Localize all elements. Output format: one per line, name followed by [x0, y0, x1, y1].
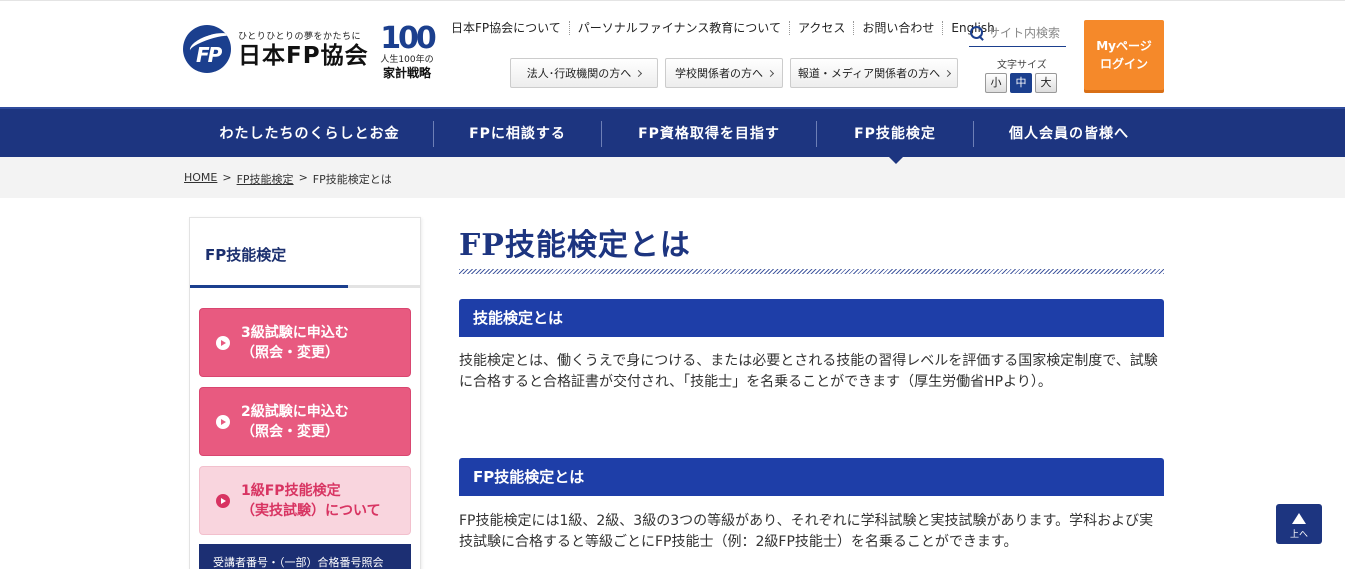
section-heading: FP技能検定とは: [459, 458, 1164, 496]
sidebar-title-underline: [190, 285, 420, 288]
number-inquiry-banner[interactable]: 受講者番号・（一部）合格番号照会: [199, 544, 411, 569]
utility-link-about[interactable]: 日本FP協会について: [447, 21, 569, 35]
global-nav: わたしたちのくらしとお金 FPに相談する FP資格取得を目指す FP技能検定 個…: [0, 107, 1345, 157]
site-search: [969, 19, 1066, 47]
page-title: FP技能検定とは: [459, 228, 691, 263]
active-nav-pointer-icon: [889, 157, 903, 164]
gnav-item-qualification[interactable]: FP資格取得を目指す: [602, 109, 816, 157]
apply-level3-button[interactable]: 3級試験に申込む （照会・変更）: [199, 308, 411, 377]
badge-number: 100: [380, 21, 437, 56]
breadcrumb-home[interactable]: HOME: [184, 171, 217, 187]
sidebar-title: FP技能検定: [205, 246, 287, 264]
font-size-label: 文字サイズ: [997, 60, 1047, 71]
search-input[interactable]: [988, 25, 1066, 40]
arrow-up-icon: [1292, 513, 1306, 524]
site-header: ひとりひとりの夢をかたちに 日本FP協会 100 人生100年の 家計戦略 日本…: [0, 0, 1345, 107]
section-body: 技能検定とは、働くうえで身につける、または必要とされる技能の習得レベルを評価する…: [459, 353, 1158, 390]
utility-link-access[interactable]: アクセス: [788, 21, 853, 35]
back-to-top-button[interactable]: 上へ: [1276, 504, 1322, 544]
mypage-label: Myページ: [1096, 39, 1152, 53]
audience-button-corporate[interactable]: 法人･行政機関の方へ: [510, 58, 658, 88]
badge-line2: 家計戦略: [382, 66, 431, 80]
chevron-right-icon: [766, 69, 775, 77]
breadcrumb-separator: >: [298, 171, 308, 184]
utility-nav: 日本FP協会について パーソナルファイナンス教育について アクセス お問い合わせ…: [447, 21, 1003, 35]
chevron-right-icon: [635, 69, 643, 77]
fp-logo-icon: [183, 25, 231, 73]
button-line2: （実技試験）について: [241, 502, 381, 519]
audience-button-media[interactable]: 報道・メディア関係者の方へ: [790, 58, 958, 88]
gnav-item-members[interactable]: 個人会員の皆様へ: [974, 109, 1164, 157]
font-size-large-button[interactable]: 大: [1035, 73, 1057, 93]
breadcrumb: HOME > FP技能検定 > FP技能検定とは: [184, 171, 392, 187]
font-size-small-button[interactable]: 小: [985, 73, 1007, 93]
gnav-item-consult[interactable]: FPに相談する: [434, 109, 601, 157]
logo-name: 日本FP協会: [238, 43, 369, 69]
section-heading: 技能検定とは: [459, 299, 1164, 337]
breadcrumb-current: FP技能検定とは: [312, 173, 392, 186]
button-line2: （照会・変更）: [241, 423, 339, 440]
audience-button-label: 法人･行政機関の方へ: [526, 67, 632, 80]
button-line1: 2級試験に申込む: [241, 403, 349, 420]
section-body: FP技能検定には1級、2級、3級の3つの等級があり、それぞれに学科試験と実技試験…: [459, 513, 1154, 550]
audience-button-label: 学校関係者の方へ: [675, 67, 763, 80]
arrow-circle-icon: [216, 415, 230, 429]
apply-level2-button[interactable]: 2級試験に申込む （照会・変更）: [199, 387, 411, 456]
logo-tagline: ひとりひとりの夢をかたちに: [238, 32, 361, 42]
arrow-circle-icon: [216, 494, 230, 508]
audience-button-label: 報道・メディア関係者の方へ: [797, 67, 941, 80]
gnav-item-skill-test[interactable]: FP技能検定: [817, 109, 973, 157]
button-line2: （照会・変更）: [241, 344, 339, 361]
utility-link-education[interactable]: パーソナルファイナンス教育について: [568, 21, 789, 35]
life-100-badge[interactable]: 100 人生100年の 家計戦略: [377, 21, 437, 81]
breadcrumb-separator: >: [222, 171, 232, 184]
button-line1: 1級FP技能検定: [241, 482, 341, 499]
badge-line1: 人生100年の: [380, 55, 434, 65]
button-line1: 3級試験に申込む: [241, 324, 349, 341]
arrow-circle-icon: [216, 336, 230, 350]
title-divider: [459, 269, 1164, 274]
font-size-medium-button[interactable]: 中: [1010, 73, 1032, 93]
chevron-right-icon: [944, 69, 952, 77]
audience-button-school[interactable]: 学校関係者の方へ: [665, 58, 783, 88]
gnav-item-living-money[interactable]: わたしたちのくらしとお金: [186, 109, 433, 157]
level1-practical-button[interactable]: 1級FP技能検定 （実技試験）について: [199, 466, 411, 535]
sidebar: FP技能検定 3級試験に申込む （照会・変更） 2級試験に申込む （照会・変更）…: [189, 217, 421, 569]
search-icon[interactable]: [969, 25, 985, 41]
utility-link-contact[interactable]: お問い合わせ: [853, 21, 942, 35]
login-label: ログイン: [1099, 57, 1148, 71]
back-to-top-label: 上へ: [1289, 530, 1308, 540]
mypage-login-button[interactable]: Myページ ログイン: [1084, 20, 1164, 90]
breadcrumb-parent[interactable]: FP技能検定: [237, 171, 294, 187]
site-logo[interactable]: ひとりひとりの夢をかたちに 日本FP協会: [183, 25, 369, 73]
